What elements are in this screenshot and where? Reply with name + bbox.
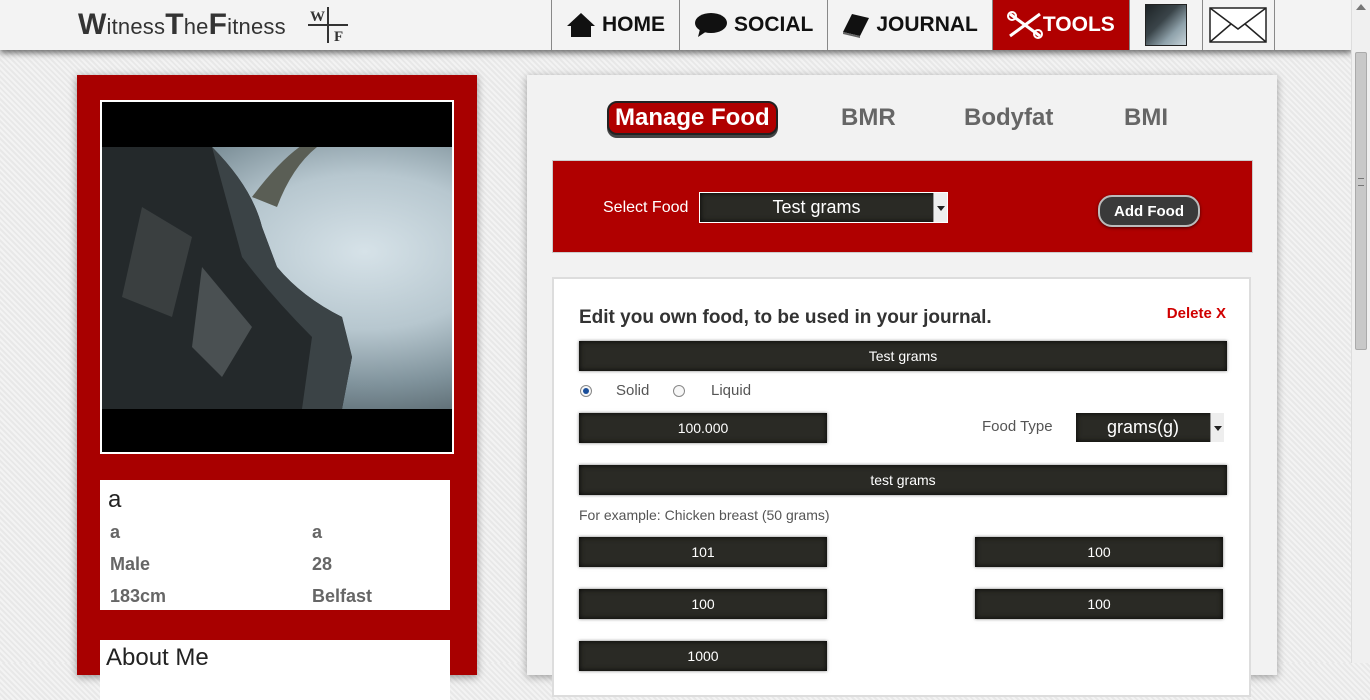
profile-age: 28 (312, 554, 333, 574)
select-food-bar: Select Food Test grams Add Food (552, 160, 1253, 253)
liquid-label: Liquid (711, 382, 752, 399)
edit-food-title: Edit you own food, to be used in your jo… (579, 307, 992, 328)
profile-location: Belfast (312, 586, 373, 606)
solid-radio[interactable] (580, 385, 592, 397)
example-hint: For example: Chicken breast (50 grams) (579, 507, 830, 523)
site-logo[interactable]: WitnessTheFitness (78, 8, 286, 42)
horned-helmet-image (102, 142, 352, 409)
profile-picture (100, 100, 454, 454)
nav-social-label: SOCIAL (734, 13, 814, 36)
nav-social[interactable]: SOCIAL (679, 0, 827, 50)
nutrient-field[interactable]: 100 (975, 589, 1223, 619)
food-type-select[interactable]: grams(g) (1075, 412, 1225, 443)
delete-food-link[interactable]: Delete X (1167, 305, 1226, 322)
home-icon (566, 12, 596, 38)
nav-tools-label: TOOLS (1042, 13, 1115, 36)
about-me-card: About Me (100, 640, 450, 700)
scroll-thumb[interactable] (1355, 52, 1367, 350)
svg-text:F: F (334, 29, 343, 45)
profile-picture-scene (102, 142, 452, 409)
nav-home[interactable]: HOME (551, 0, 679, 50)
nutrient-field[interactable]: 1000 (579, 641, 827, 671)
edit-food-form: Edit you own food, to be used in your jo… (552, 277, 1251, 697)
liquid-radio[interactable] (673, 385, 685, 397)
nav-profile[interactable] (1128, 0, 1202, 50)
nav-messages[interactable] (1201, 0, 1275, 50)
food-type-label: Food Type (982, 418, 1053, 435)
nutrient-field[interactable]: 101 (579, 537, 827, 567)
food-select[interactable]: Test grams (699, 192, 948, 223)
tab-bodyfat[interactable]: Bodyfat (964, 104, 1053, 132)
svg-text:W: W (310, 9, 325, 25)
scroll-up-arrow[interactable] (1356, 4, 1366, 10)
about-me-heading: About Me (106, 644, 209, 671)
main-nav: HOME SOCIAL JOURNAL TOOLS (551, 0, 1275, 50)
tools-icon (1006, 11, 1043, 39)
tools-panel: Manage Food BMR Bodyfat BMI Select Food … (527, 75, 1277, 697)
description-field[interactable]: test grams (579, 465, 1227, 495)
avatar (1144, 4, 1187, 46)
tools-tabs: Manage Food BMR Bodyfat BMI (527, 101, 1277, 141)
quantity-field[interactable]: 100.000 (579, 413, 827, 443)
top-navigation-bar: WitnessTheFitness W F HOME SOCIAL JOURNA… (0, 0, 1352, 50)
tab-bmi[interactable]: BMI (1124, 104, 1168, 132)
tab-manage-food[interactable]: Manage Food (607, 101, 778, 135)
chevron-down-icon[interactable] (933, 193, 947, 222)
food-name-field[interactable]: Test grams (579, 341, 1227, 371)
nav-journal[interactable]: JOURNAL (827, 0, 992, 50)
profile-panel: a a a Male 28 183cm Belfast About Me (77, 75, 477, 700)
nav-home-label: HOME (602, 13, 665, 36)
profile-info-card: a a a Male 28 183cm Belfast (100, 480, 450, 610)
nutrient-field[interactable]: 100 (975, 537, 1223, 567)
food-select-value: Test grams (772, 197, 861, 217)
book-icon (842, 12, 870, 38)
tab-bmr[interactable]: BMR (841, 104, 896, 132)
profile-height: 183cm (110, 586, 167, 606)
profile-last-name: a (312, 522, 323, 542)
solid-label: Solid (616, 382, 650, 399)
profile-first-name: a (110, 522, 121, 542)
logo-mark-icon: W F (308, 7, 348, 45)
nav-journal-label: JOURNAL (876, 13, 978, 36)
profile-gender: Male (110, 554, 151, 574)
envelope-icon (1209, 7, 1268, 43)
add-food-button[interactable]: Add Food (1098, 195, 1200, 227)
speech-bubble-icon (694, 12, 728, 38)
select-food-label: Select Food (603, 199, 689, 216)
profile-name: a (108, 486, 122, 513)
nutrient-field[interactable]: 100 (579, 589, 827, 619)
scroll-grip (1358, 178, 1364, 186)
food-type-value: grams(g) (1106, 417, 1179, 437)
page-scrollbar[interactable] (1351, 0, 1370, 663)
nav-tools[interactable]: TOOLS (991, 0, 1129, 50)
chevron-down-icon[interactable] (1210, 413, 1224, 442)
